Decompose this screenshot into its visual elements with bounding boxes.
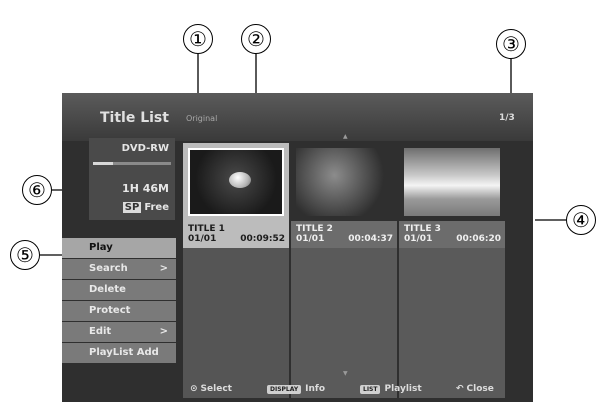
list-key-icon: LIST — [360, 384, 381, 394]
title-duration: 00:06:20 — [456, 234, 501, 244]
menu-item-label: Protect — [89, 305, 131, 316]
menu-item-label: Search — [89, 263, 128, 274]
title-name: TITLE 1 — [188, 224, 225, 234]
disc-record-mode: SP Free — [122, 202, 169, 213]
menu-item-edit[interactable]: Edit > — [62, 322, 176, 342]
hint-playlist: LIST Playlist — [360, 384, 422, 394]
scroll-up-icon[interactable]: ▲ — [343, 133, 348, 140]
options-menu: Play Search > Delete Protect Edit > PlayLi… — [62, 238, 176, 364]
hint-close: ↶ Close — [456, 384, 494, 394]
menu-item-play[interactable]: Play — [62, 238, 176, 258]
title-list-screen: Title List Original 1/3 ▲ DVD-RW 1H 46M … — [62, 93, 533, 402]
record-mode-label: Free — [144, 202, 169, 213]
hint-close-label: Close — [466, 384, 494, 394]
title-item-2[interactable]: TITLE 2 01/01 00:04:37 — [291, 143, 397, 398]
title-item-3[interactable]: TITLE 3 01/01 00:06:20 — [399, 143, 505, 398]
disc-remaining-time: 1H 46M — [122, 182, 169, 195]
display-key-icon: DISPLAY — [267, 384, 302, 394]
screen-title: Title List — [100, 110, 169, 126]
screen-subtitle: Original — [186, 114, 218, 123]
title-thumbnail — [188, 148, 284, 216]
button-guide-bar: ⊙ Select DISPLAY Info LIST Playlist ↶ Close — [62, 380, 533, 402]
title-thumbnail — [404, 148, 500, 216]
title-item-1[interactable]: TITLE 1 01/01 00:09:52 — [183, 143, 289, 398]
title-name: TITLE 3 — [404, 224, 441, 234]
hint-info: DISPLAY Info — [267, 384, 325, 394]
callout-5: ⑤ — [10, 240, 40, 270]
menu-item-delete[interactable]: Delete — [62, 280, 176, 300]
menu-item-protect[interactable]: Protect — [62, 301, 176, 321]
title-date: 01/01 — [404, 234, 433, 244]
menu-item-search[interactable]: Search > — [62, 259, 176, 279]
disc-usage-fill — [93, 162, 113, 165]
callout-3: ③ — [496, 29, 526, 59]
callout-2: ② — [241, 24, 271, 54]
title-date: 01/01 — [188, 234, 217, 244]
callout-6: ⑥ — [22, 175, 52, 205]
callout-4: ④ — [566, 205, 596, 235]
title-duration: 00:09:52 — [240, 234, 285, 244]
hint-select-label: Select — [200, 384, 232, 394]
return-icon: ↶ — [456, 384, 464, 394]
disc-type: DVD-RW — [121, 143, 169, 154]
submenu-arrow-icon: > — [159, 263, 168, 274]
title-date: 01/01 — [296, 234, 325, 244]
select-icon: ⊙ — [190, 384, 198, 394]
menu-item-label: Play — [89, 242, 113, 253]
disc-info-panel: DVD-RW 1H 46M SP Free — [89, 138, 175, 220]
page-indicator: 1/3 — [499, 113, 515, 123]
disc-usage-bar — [93, 162, 171, 165]
title-duration: 00:04:37 — [348, 234, 393, 244]
menu-item-label: PlayList Add — [89, 347, 159, 358]
record-mode-badge: SP — [122, 202, 142, 213]
hint-playlist-label: Playlist — [384, 384, 422, 394]
scroll-down-icon[interactable]: ▼ — [343, 370, 348, 377]
title-thumbnail — [296, 148, 392, 216]
menu-item-label: Edit — [89, 326, 112, 337]
menu-item-label: Delete — [89, 284, 126, 295]
submenu-arrow-icon: > — [159, 326, 168, 337]
hint-select: ⊙ Select — [190, 384, 232, 394]
callout-1: ① — [183, 24, 213, 54]
menu-item-playlist-add[interactable]: PlayList Add — [62, 343, 176, 363]
hint-info-label: Info — [305, 384, 326, 394]
title-name: TITLE 2 — [296, 224, 333, 234]
